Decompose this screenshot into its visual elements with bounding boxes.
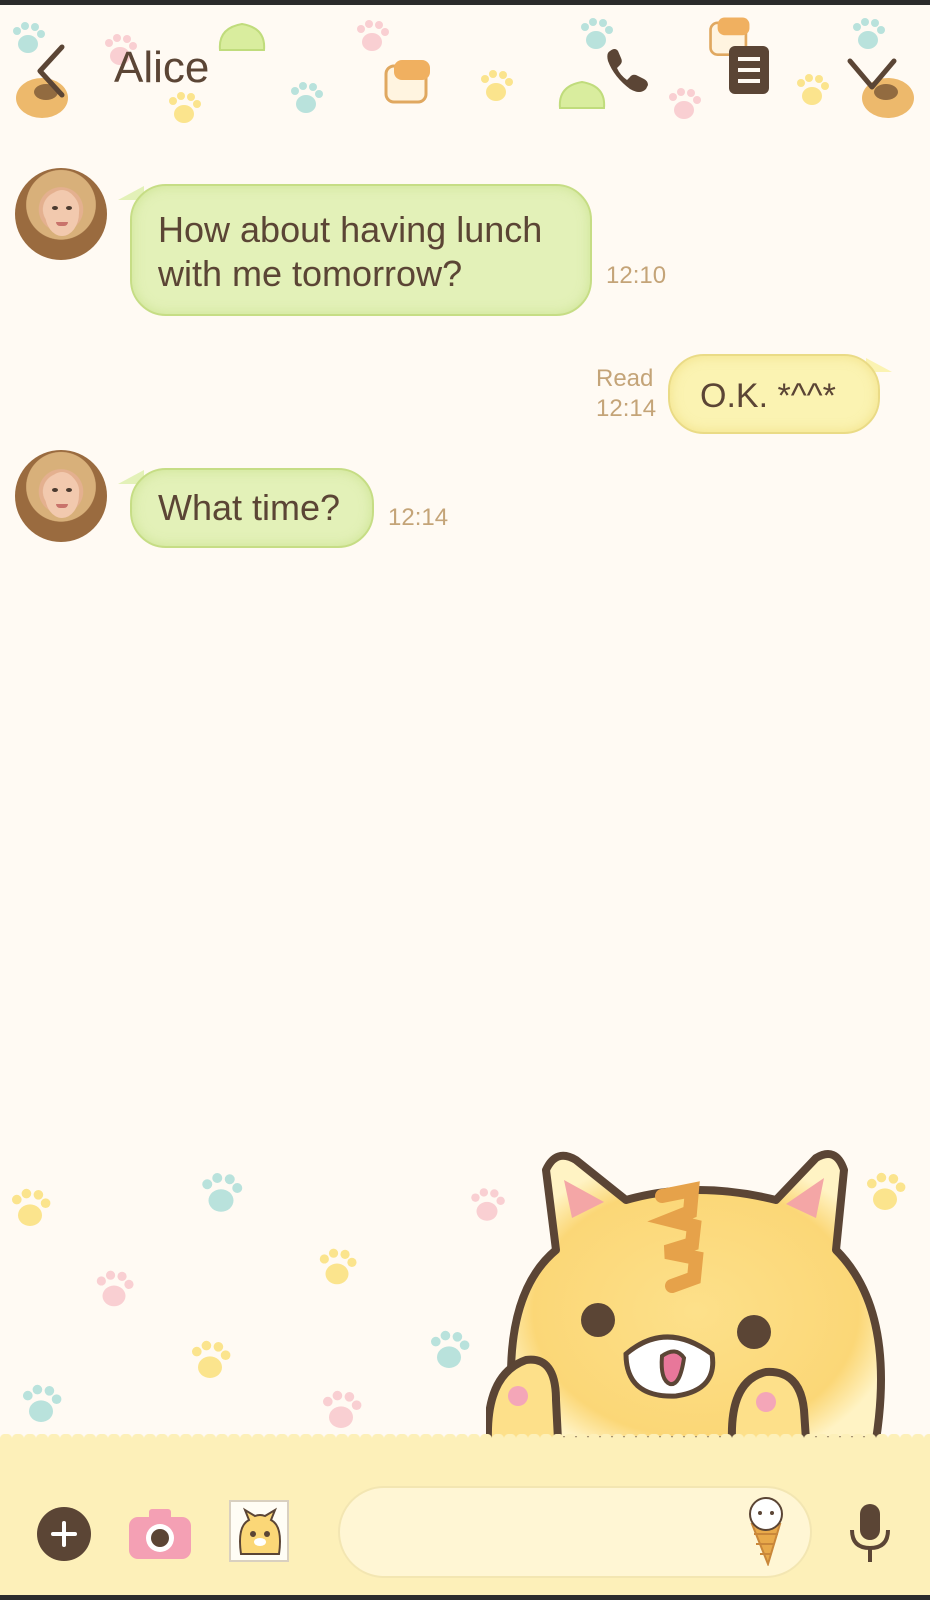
emoji-icon[interactable] [738,1494,794,1566]
message-text-line: with me tomorrow? [158,253,463,294]
paw-print-decoration [202,1173,243,1212]
sticker-icon [239,1507,281,1555]
chevron-down-icon[interactable] [846,55,898,95]
chevron-left-icon[interactable] [32,41,72,101]
cat-mascot-decoration [486,1150,885,1440]
avatar[interactable] [15,450,107,542]
paw-print-decoration [431,1330,470,1368]
paw-print-decoration [323,1390,362,1428]
paw-print-decoration [96,1270,134,1307]
message-bubble-incoming[interactable]: What time? [130,468,374,548]
message-text: O.K. *^^* [700,377,836,415]
camera-icon[interactable] [127,1505,193,1561]
avatar[interactable] [15,168,107,260]
message-timestamp: 12:14 [596,395,657,422]
message-bubble-outgoing[interactable]: O.K. *^^* [668,354,880,434]
microphone-icon[interactable] [846,1502,894,1566]
message-timestamp: 12:10 [606,262,667,289]
paw-print-decoration [319,1248,357,1285]
paw-print-decoration [23,1384,62,1422]
bottom-frame-edge [0,1595,930,1600]
read-receipt: Read 12:14 [596,364,656,424]
plus-icon[interactable] [37,1507,91,1561]
sticker-button[interactable] [229,1500,289,1562]
read-label: Read [596,365,654,392]
message-text-line: How about having lunch [158,209,543,250]
message-text: What time? [158,487,341,528]
chat-header: Alice [0,5,930,125]
menu-icon[interactable] [728,45,770,95]
message-input-field[interactable] [370,1508,734,1558]
chat-title: Alice [114,43,210,92]
paw-print-decoration [192,1340,231,1378]
message-timestamp: 12:14 [388,504,449,531]
message-bubble-incoming[interactable]: How about having lunch with me tomorrow? [130,184,592,316]
phone-icon[interactable] [600,43,656,99]
paw-print-decoration [12,1188,51,1226]
